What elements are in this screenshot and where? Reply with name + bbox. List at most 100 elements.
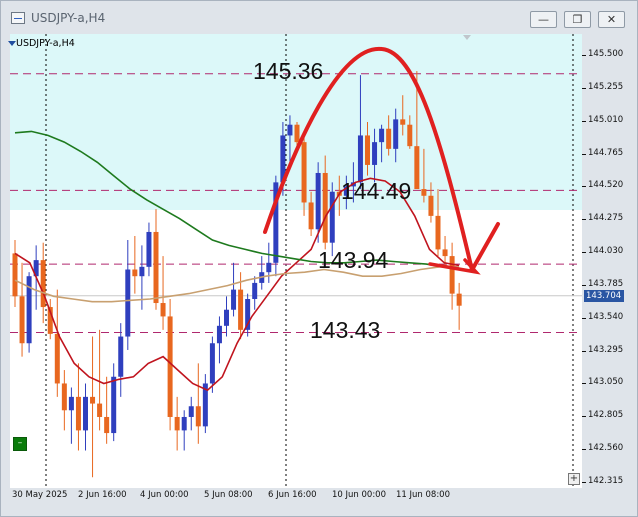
time-label: 10 Jun 00:00 bbox=[332, 490, 386, 500]
candle-body bbox=[386, 128, 392, 149]
candle-body bbox=[329, 191, 335, 243]
ma-fast-line bbox=[14, 177, 460, 392]
candle-body bbox=[315, 172, 321, 230]
price-tick bbox=[582, 120, 586, 122]
close-icon: ✕ bbox=[606, 13, 617, 26]
candle-body bbox=[188, 406, 194, 417]
candle-body bbox=[435, 215, 441, 250]
candle-body bbox=[266, 262, 272, 273]
candle-body bbox=[442, 249, 448, 257]
candle-body bbox=[365, 135, 370, 165]
close-button[interactable]: ✕ bbox=[598, 11, 625, 28]
time-label: 30 May 2025 bbox=[12, 490, 68, 500]
title-bar[interactable]: USDJPY-a,H4 — ❐ ✕ bbox=[1, 1, 637, 35]
candle-body bbox=[167, 316, 173, 417]
annotation-144-49: 144.49 bbox=[341, 178, 412, 204]
candle-body bbox=[68, 396, 74, 411]
candle-body bbox=[322, 172, 328, 243]
candle-body bbox=[153, 231, 159, 304]
chart-plot-area[interactable] bbox=[10, 34, 582, 488]
price-label: 145.500 bbox=[588, 49, 624, 59]
annotation-143-43: 143.43 bbox=[310, 317, 381, 343]
chart-canvas bbox=[10, 34, 582, 488]
candle-body bbox=[174, 416, 180, 431]
candle-body bbox=[40, 260, 46, 308]
candle-body bbox=[357, 135, 363, 183]
annotation-143-94: 143.94 bbox=[318, 247, 389, 273]
price-label: 143.540 bbox=[588, 311, 624, 322]
price-label: 142.560 bbox=[588, 443, 624, 454]
price-tick bbox=[582, 87, 586, 89]
time-label: 2 Jun 16:00 bbox=[78, 490, 127, 500]
candle-body bbox=[54, 333, 60, 384]
candle-body bbox=[75, 396, 81, 431]
candle-body bbox=[216, 325, 222, 344]
candle-body bbox=[400, 119, 406, 125]
candle-body bbox=[111, 376, 117, 434]
candle-body bbox=[125, 269, 131, 337]
candle-body bbox=[224, 309, 229, 326]
price-tick bbox=[582, 186, 586, 188]
candle-body bbox=[132, 269, 138, 277]
candle-body bbox=[428, 195, 434, 216]
candle-body bbox=[83, 396, 88, 431]
price-label: 142.315 bbox=[588, 476, 624, 486]
candle-body bbox=[160, 303, 166, 317]
candle-body bbox=[104, 416, 110, 434]
price-tick bbox=[582, 449, 586, 451]
price-tick bbox=[582, 153, 586, 155]
price-tick bbox=[582, 350, 586, 352]
candle-body bbox=[308, 202, 314, 230]
symbol-dropdown-icon[interactable] bbox=[8, 41, 16, 46]
candle-body bbox=[407, 124, 413, 147]
chart-window-icon bbox=[11, 12, 25, 24]
candle-body bbox=[195, 406, 201, 427]
price-label: 144.520 bbox=[588, 180, 624, 191]
price-label: 143.050 bbox=[588, 377, 624, 388]
price-label: 144.275 bbox=[588, 213, 624, 224]
candle-body bbox=[393, 119, 399, 149]
zoom-in-icon[interactable]: + bbox=[568, 473, 580, 485]
ma-mid-line bbox=[14, 266, 460, 303]
candle-body bbox=[287, 124, 293, 136]
arrow-head-stroke bbox=[470, 222, 500, 272]
candle-body bbox=[19, 296, 25, 344]
candle-body bbox=[12, 253, 18, 297]
candle-body bbox=[181, 416, 187, 431]
price-label: 143.295 bbox=[588, 344, 624, 355]
minimize-button[interactable]: — bbox=[530, 11, 557, 28]
price-label: 145.255 bbox=[588, 81, 624, 92]
symbol-label: USDJPY-a,H4 bbox=[16, 38, 75, 49]
candle-body bbox=[414, 146, 420, 190]
candle-body bbox=[146, 231, 152, 267]
candle-body bbox=[421, 189, 427, 196]
time-label: 6 Jun 16:00 bbox=[268, 490, 317, 500]
candle-body bbox=[97, 403, 103, 417]
candle-body bbox=[209, 343, 215, 384]
candle-body bbox=[456, 293, 462, 306]
candle-body bbox=[139, 266, 145, 277]
price-tick bbox=[582, 284, 586, 286]
candle-body bbox=[231, 289, 237, 310]
restore-icon: ❐ bbox=[572, 13, 583, 26]
price-label: 145.010 bbox=[588, 114, 624, 125]
one-click-trade-icon[interactable]: – bbox=[13, 437, 27, 451]
time-label: 4 Jun 00:00 bbox=[140, 490, 189, 500]
price-label: 143.785 bbox=[588, 278, 624, 289]
restore-button[interactable]: ❐ bbox=[564, 11, 591, 28]
price-label: 144.765 bbox=[588, 147, 624, 158]
minimize-icon: — bbox=[538, 13, 549, 26]
candle-body bbox=[252, 282, 258, 299]
chart-shift-icon[interactable] bbox=[463, 35, 471, 40]
price-label: 142.805 bbox=[588, 410, 624, 421]
time-label: 11 Jun 08:00 bbox=[396, 490, 450, 500]
candle-body bbox=[90, 396, 96, 404]
price-tick bbox=[582, 416, 586, 418]
candle-body bbox=[61, 383, 67, 411]
price-label: 144.030 bbox=[588, 246, 624, 257]
price-tick bbox=[582, 482, 586, 483]
price-tick bbox=[582, 317, 586, 319]
candle-body bbox=[301, 142, 307, 203]
candle-body bbox=[294, 124, 300, 143]
price-tick bbox=[582, 383, 586, 385]
